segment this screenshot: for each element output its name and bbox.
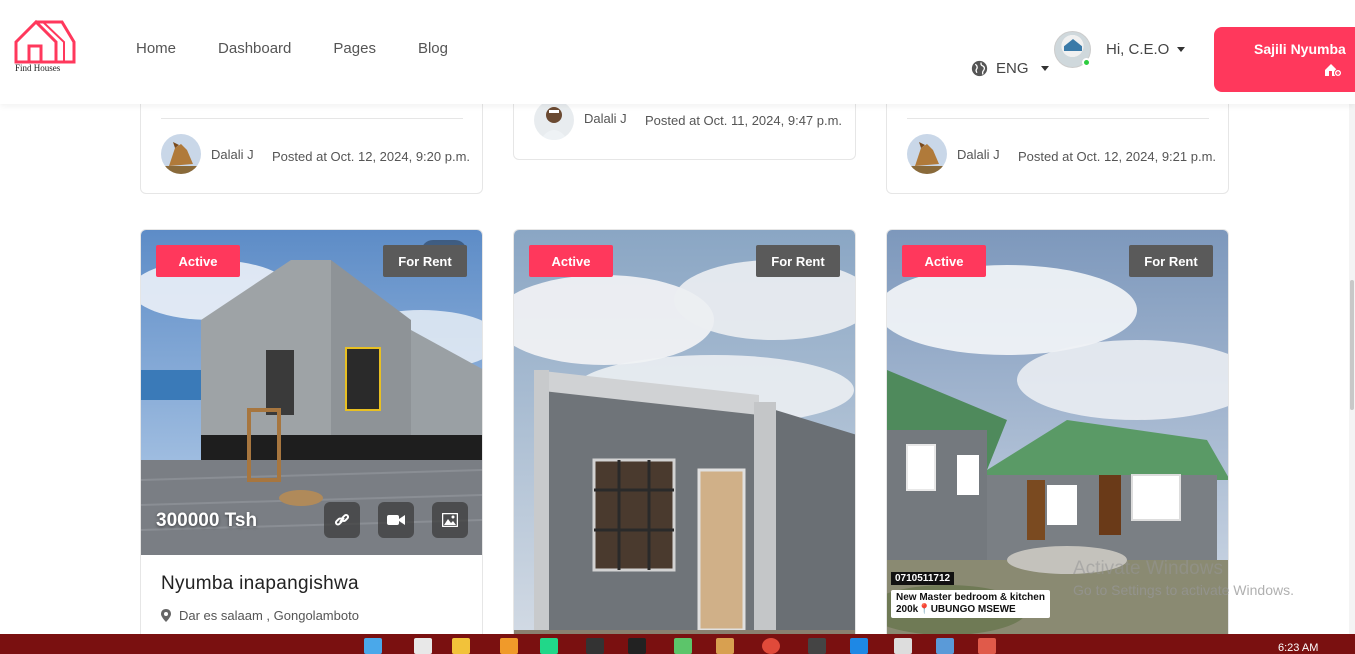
app-icon[interactable] — [808, 638, 826, 654]
nav-home[interactable]: Home — [136, 40, 176, 57]
house-add-icon — [1325, 64, 1342, 77]
agent-avatar[interactable] — [161, 134, 201, 174]
app-icon[interactable] — [500, 638, 518, 654]
nav-blog[interactable]: Blog — [418, 40, 448, 57]
app-icon[interactable] — [674, 638, 692, 654]
sticker-line-1: New Master bedroom & kitchen — [896, 592, 1045, 603]
map-pin-icon — [161, 609, 171, 622]
listing-type-badge: For Rent — [383, 245, 467, 277]
gallery-button[interactable] — [432, 502, 468, 538]
description-sticker: New Master bedroom & kitchen 200k📍UBUNGO… — [891, 590, 1050, 618]
agent-name[interactable]: Dalali J — [584, 111, 627, 126]
listing-card[interactable]: Active For Rent — [513, 229, 856, 654]
listing-type-badge: For Rent — [756, 245, 840, 277]
link-icon — [334, 513, 350, 526]
video-button[interactable] — [378, 502, 414, 538]
scrollbar-thumb[interactable] — [1350, 280, 1354, 410]
agent-avatar[interactable] — [907, 134, 947, 174]
listing-title[interactable]: Nyumba inapangishwa — [161, 573, 359, 595]
logo-text: Find Houses — [15, 63, 61, 73]
house-logo-icon — [1064, 39, 1082, 51]
top-navbar: Find Houses Home Dashboard Pages Blog EN… — [0, 0, 1355, 104]
terminal-icon[interactable] — [628, 638, 646, 654]
posted-date: Posted at Oct. 12, 2024, 9:20 p.m. — [272, 149, 471, 164]
app-icon[interactable] — [894, 638, 912, 654]
agent-avatar[interactable] — [534, 100, 574, 140]
status-badge: Active — [156, 245, 240, 277]
link-button[interactable] — [324, 502, 360, 538]
activation-watermark-subtitle: Go to Settings to activate Windows. — [1073, 582, 1294, 598]
user-avatar[interactable] — [1054, 31, 1091, 68]
clapper-icon[interactable] — [586, 638, 604, 654]
user-menu[interactable]: Hi, C.E.O — [1106, 41, 1186, 58]
nav-dashboard[interactable]: Dashboard — [218, 40, 291, 57]
activation-watermark-title: Activate Windows — [1073, 558, 1223, 579]
listing-location: Dar es salaam , Gongolamboto — [161, 608, 359, 623]
register-house-label: Sajili Nyumba — [1254, 41, 1346, 57]
pycharm-icon[interactable] — [540, 638, 558, 654]
chevron-down-icon — [1040, 66, 1049, 71]
location-text: Dar es salaam , Gongolamboto — [179, 608, 359, 623]
main-nav: Home Dashboard Pages Blog — [136, 40, 490, 57]
online-status-icon — [1082, 58, 1091, 67]
listing-photo[interactable]: Active For Rent — [514, 230, 855, 654]
sticker-line-2: 200k📍UBUNGO MSEWE — [896, 604, 1016, 615]
nav-pages[interactable]: Pages — [333, 40, 376, 57]
status-badge: Active — [902, 245, 986, 277]
image-icon — [442, 513, 458, 527]
taskbar-clock[interactable]: 6:23 AM — [1278, 642, 1318, 654]
phone-sticker: 0710511712 — [891, 572, 955, 585]
listing-type-badge: For Rent — [1129, 245, 1213, 277]
posted-date: Posted at Oct. 12, 2024, 9:21 p.m. — [1018, 149, 1217, 164]
listing-photo[interactable]: Active 1/10 For Rent 300000 Tsh — [141, 230, 482, 555]
file-icon[interactable] — [414, 638, 432, 654]
language-selector[interactable]: ENG — [971, 60, 1049, 77]
folder-icon[interactable] — [452, 638, 470, 654]
language-label: ENG — [996, 60, 1029, 77]
app-icon[interactable] — [716, 638, 734, 654]
user-greeting: Hi, C.E.O — [1106, 41, 1170, 58]
agent-name[interactable]: Dalali J — [211, 147, 254, 162]
start-menu-icon[interactable] — [364, 638, 382, 654]
chevron-down-icon — [1177, 47, 1186, 52]
status-badge: Active — [529, 245, 613, 277]
chrome-icon[interactable] — [762, 638, 780, 654]
globe-icon — [971, 60, 988, 77]
card-divider — [161, 118, 463, 119]
listing-card[interactable]: Active 1/10 For Rent 300000 Tsh Nyumba i… — [140, 229, 483, 654]
card-divider — [907, 118, 1209, 119]
app-icon[interactable] — [936, 638, 954, 654]
windows-taskbar — [0, 634, 1355, 654]
listing-price: 300000 Tsh — [156, 510, 258, 531]
agent-name[interactable]: Dalali J — [957, 147, 1000, 162]
register-house-button[interactable]: Sajili Nyumba — [1214, 27, 1355, 92]
video-camera-icon — [387, 515, 405, 525]
posted-date: Posted at Oct. 11, 2024, 9:47 p.m. — [645, 113, 843, 128]
app-icon[interactable] — [978, 638, 996, 654]
vscode-icon[interactable] — [850, 638, 868, 654]
